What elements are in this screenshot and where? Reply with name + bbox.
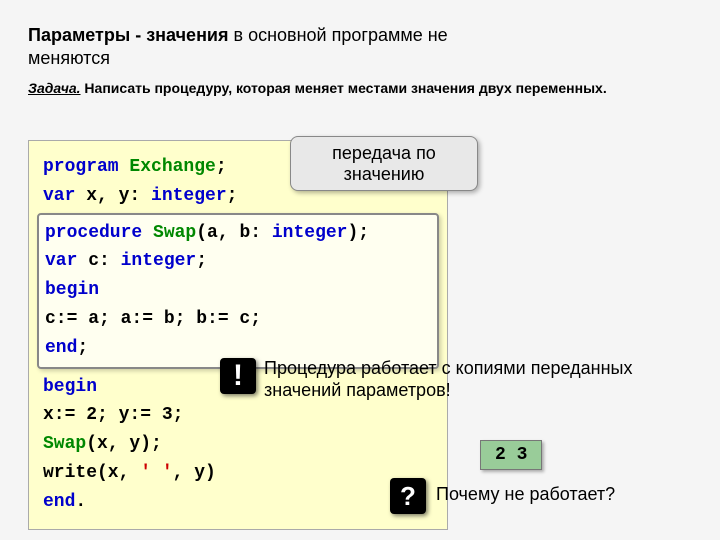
note-copies: Процедура работает с копиями переданных … [264,358,704,401]
task-text: Написать процедуру, которая меняет места… [81,80,607,96]
output-box: 2 3 [480,440,542,470]
code-line: end. [43,488,433,517]
code-line: procedure Swap(a, b: integer); [45,219,431,248]
slide: Параметры - значения в основной программ… [0,0,720,540]
exclamation-icon: ! [220,358,256,394]
callout-pass-by-value: передача по значению [290,136,478,191]
procedure-box: procedure Swap(a, b: integer); var c: in… [37,213,439,369]
question-icon: ? [390,478,426,514]
code-line: c:= a; a:= b; b:= c; [45,305,431,334]
title-emphasis: Параметры - значения [28,25,229,45]
code-line: begin [45,276,431,305]
code-line: var c: integer; [45,247,431,276]
code-line: write(x, ' ', y) [43,459,433,488]
title-tail: в основной программе не [229,25,448,45]
code-line: Swap(x, y); [43,430,433,459]
code-box: program Exchange; var x, y: integer; pro… [28,140,448,530]
title-line2: меняются [28,48,110,68]
task-label: Задача. [28,80,81,96]
code-line: x:= 2; y:= 3; [43,401,433,430]
note-why: Почему не работает? [436,484,615,505]
task-statement: Задача. Написать процедуру, которая меня… [28,79,692,97]
slide-title: Параметры - значения в основной программ… [28,24,692,69]
